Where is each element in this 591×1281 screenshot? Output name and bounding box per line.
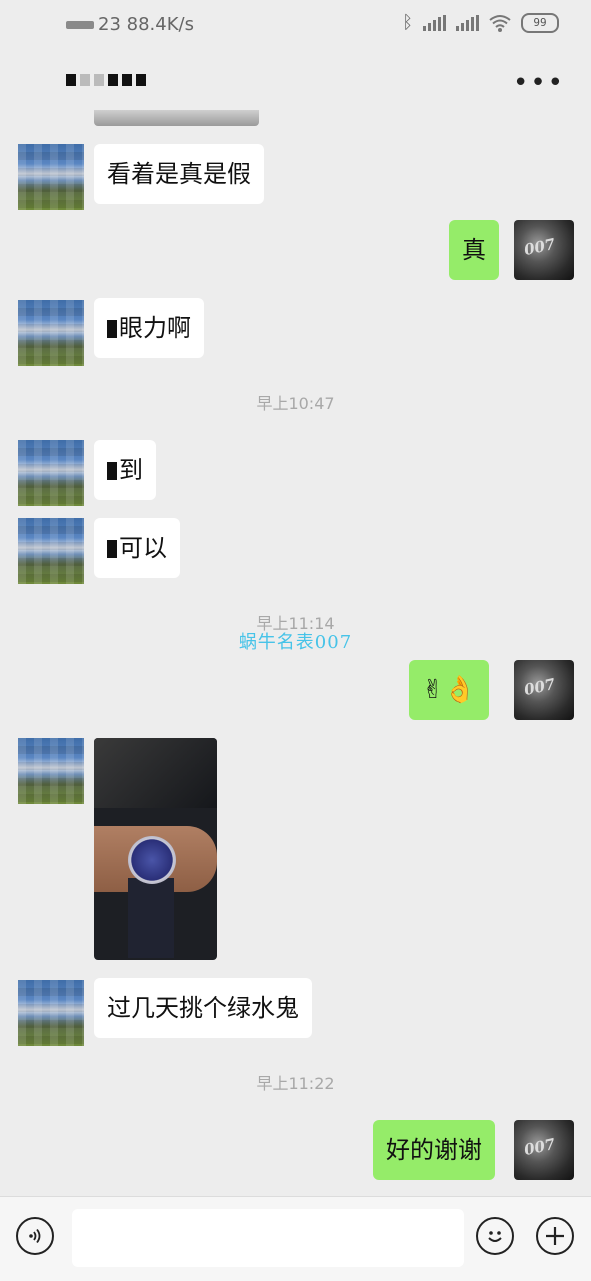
message-bubble[interactable]: 可以 <box>94 518 180 578</box>
voice-icon[interactable] <box>16 1217 54 1255</box>
timestamp: 早上11:22 <box>256 1074 335 1093</box>
message-bubble[interactable]: 真 <box>449 220 499 280</box>
watermark: 蜗牛名表007 <box>238 632 353 653</box>
own-avatar[interactable]: 007 <box>514 1120 574 1180</box>
contact-avatar[interactable] <box>18 144 84 210</box>
bluetooth-icon: ᛒ <box>402 12 413 33</box>
contact-avatar[interactable] <box>18 300 84 366</box>
redacted-char <box>107 320 117 338</box>
wifi-icon <box>489 14 511 32</box>
wristwatch-photo <box>128 836 176 884</box>
timestamp: 早上10:47 <box>256 394 335 413</box>
message-bubble[interactable]: 到 <box>94 440 156 500</box>
plus-icon[interactable] <box>536 1217 574 1255</box>
message-bubble[interactable]: 好的谢谢 <box>373 1120 495 1180</box>
contact-avatar[interactable] <box>18 440 84 506</box>
redacted-char <box>107 462 117 480</box>
status-bar: 23 88.4K/s ᛒ 99 <box>0 0 591 50</box>
network-speed: 23 88.4K/s <box>98 14 194 35</box>
message-bubble[interactable]: 眼力啊 <box>94 298 204 358</box>
contact-avatar[interactable] <box>18 980 84 1046</box>
input-bar <box>0 1196 591 1281</box>
contact-avatar[interactable] <box>18 738 84 804</box>
message-bubble[interactable]: 过几天挑个绿水鬼 <box>94 978 312 1038</box>
redacted-char <box>107 540 117 558</box>
chat-title-redacted <box>66 74 146 86</box>
signal-icon <box>456 14 479 31</box>
emoji-icon[interactable] <box>476 1217 514 1255</box>
own-avatar[interactable]: 007 <box>514 220 574 280</box>
message-bubble[interactable]: ✌👌 <box>409 660 490 720</box>
chat-header: ••• <box>0 50 591 110</box>
message-bubble[interactable]: 看着是真是假 <box>94 144 264 204</box>
own-avatar[interactable]: 007 <box>514 660 574 720</box>
status-icons: ᛒ 99 <box>402 12 559 33</box>
signal-icon <box>423 14 446 31</box>
more-icon[interactable]: ••• <box>513 68 565 98</box>
network-status: 23 88.4K/s <box>66 14 194 35</box>
notification-icon <box>66 20 94 29</box>
contact-avatar[interactable] <box>18 518 84 584</box>
message-input[interactable] <box>72 1209 464 1267</box>
image-message[interactable] <box>94 738 217 960</box>
battery-icon: 99 <box>521 12 559 33</box>
previous-image-edge <box>94 110 259 126</box>
